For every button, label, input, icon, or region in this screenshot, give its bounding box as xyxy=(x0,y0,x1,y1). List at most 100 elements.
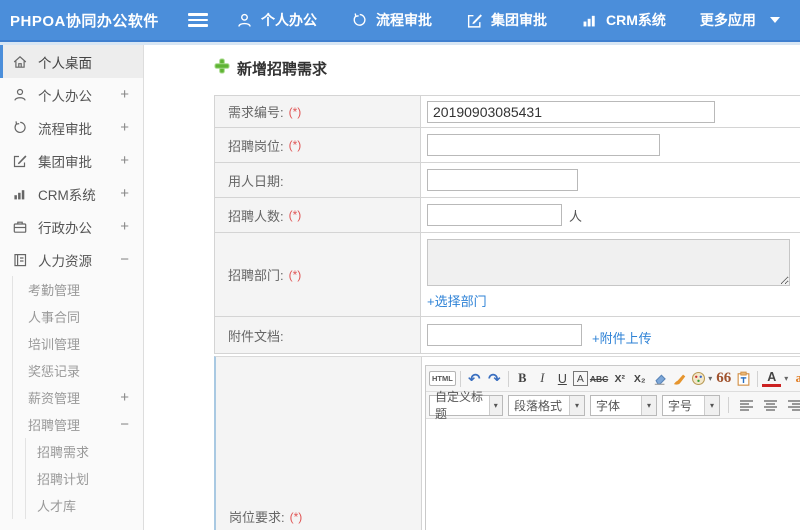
nav-personal-office[interactable]: 个人办公 xyxy=(236,10,317,30)
strikethrough-button[interactable]: ABC xyxy=(589,369,609,389)
sidebar-item-process-approval[interactable]: 流程审批 + xyxy=(0,111,143,144)
sidebar-item-label: 行政办公 xyxy=(38,220,92,236)
sidebar-item-recruit-demand[interactable]: 招聘需求 xyxy=(26,438,143,465)
bar-chart-icon xyxy=(581,12,598,29)
sidebar-item-label: 集团审批 xyxy=(38,154,92,170)
process-icon xyxy=(351,12,368,29)
nav-label: 更多应用 xyxy=(699,12,756,28)
border-text-button[interactable]: A xyxy=(572,371,588,386)
font-color-button[interactable]: A xyxy=(762,370,782,387)
expand-icon[interactable]: + xyxy=(120,87,129,102)
sidebar-item-label: 考勤管理 xyxy=(28,283,81,298)
sidebar-item-personnel-contract[interactable]: 人事合同 xyxy=(13,303,143,330)
bold-button[interactable]: B xyxy=(513,369,532,389)
collapse-icon[interactable]: − xyxy=(120,417,129,432)
field-label: 招聘人数: (*) xyxy=(215,198,421,232)
edit-icon xyxy=(466,12,483,29)
sidebar-item-label: 人力资源 xyxy=(38,253,92,269)
hire-date-input[interactable] xyxy=(427,169,578,191)
sidebar-item-label: CRM系统 xyxy=(38,187,96,203)
undo-icon[interactable]: ↶ xyxy=(465,369,484,389)
color-palette-icon[interactable]: ▾ xyxy=(690,369,713,389)
demand-no-input[interactable] xyxy=(427,101,715,123)
blockquote-button[interactable]: 66 xyxy=(714,369,733,389)
field-label: 需求编号: (*) xyxy=(215,96,421,127)
sidebar-item-crm-system[interactable]: CRM系统 + xyxy=(0,177,143,210)
form-row-demand-no: 需求编号: (*) xyxy=(214,96,800,128)
custom-title-select[interactable]: 自定义标题 ▾ xyxy=(429,390,503,421)
caret-down-icon xyxy=(769,17,780,23)
form-row-job-requirements: 岗位要求: (*) HTML ↶ ↷ B I U A ABC X² X₂ ▾ 6… xyxy=(214,356,800,530)
expand-icon[interactable]: + xyxy=(120,153,129,168)
field-label: 岗位要求: (*) xyxy=(216,357,422,530)
main-content: 新增招聘需求 需求编号: (*) 招聘岗位: (*) xyxy=(144,45,800,530)
app-logo: PHPOA协同办公软件 xyxy=(10,12,159,30)
expand-icon[interactable]: + xyxy=(120,120,129,135)
highlight-color-button[interactable]: a xyxy=(789,369,800,389)
select-department-link[interactable]: +选择部门 xyxy=(427,291,487,310)
superscript-button[interactable]: X² xyxy=(610,369,629,389)
editor-toolbar-row2: 自定义标题 ▾ 段落格式 ▾ 字体 ▾ 字号 ▾ xyxy=(426,390,800,421)
hamburger-menu-icon[interactable] xyxy=(188,13,208,27)
nav-crm-system[interactable]: CRM系统 xyxy=(581,10,666,30)
align-center-icon[interactable] xyxy=(761,395,780,415)
expand-icon[interactable]: + xyxy=(120,186,129,201)
field-label: 招聘部门: (*) xyxy=(215,233,421,316)
caret-down-icon: ▾ xyxy=(784,374,789,383)
paste-text-icon[interactable] xyxy=(734,369,753,389)
align-right-icon[interactable] xyxy=(785,395,800,415)
sidebar-item-label: 流程审批 xyxy=(38,121,92,137)
form-row-position: 招聘岗位: (*) xyxy=(214,128,800,163)
position-input[interactable] xyxy=(427,134,660,156)
format-brush-icon[interactable] xyxy=(670,369,689,389)
sidebar-item-recruit-plan[interactable]: 招聘计划 xyxy=(26,465,143,492)
sidebar-item-reward-punishment[interactable]: 奖惩记录 xyxy=(13,357,143,384)
nav-group-approval[interactable]: 集团审批 xyxy=(466,10,547,30)
redo-icon[interactable]: ↷ xyxy=(485,369,504,389)
sidebar-item-personal-desktop[interactable]: 个人桌面 xyxy=(0,45,143,78)
sidebar-item-admin-office[interactable]: 行政办公 + xyxy=(0,210,143,243)
nav-label: CRM系统 xyxy=(606,12,666,28)
sidebar-item-personal-office[interactable]: 个人办公 + xyxy=(0,78,143,111)
required-marker: (*) xyxy=(288,208,302,222)
contact-book-icon xyxy=(12,252,29,268)
nav-more-apps[interactable]: 更多应用 xyxy=(700,10,780,30)
sidebar-item-label: 招聘计划 xyxy=(37,472,90,487)
job-requirements-editor-area[interactable] xyxy=(426,419,800,530)
caret-down-icon: ▾ xyxy=(708,374,713,383)
paragraph-format-select[interactable]: 段落格式 ▾ xyxy=(508,394,585,416)
collapse-icon[interactable]: − xyxy=(120,252,129,267)
user-icon xyxy=(12,87,29,103)
sidebar-item-attendance-mgmt[interactable]: 考勤管理 xyxy=(13,276,143,303)
italic-button[interactable]: I xyxy=(533,369,552,389)
align-left-icon[interactable] xyxy=(737,395,756,415)
edit-icon xyxy=(12,153,29,169)
nav-process-approval[interactable]: 流程审批 xyxy=(351,10,432,30)
eraser-icon[interactable] xyxy=(650,369,669,389)
field-label: 用人日期: xyxy=(215,163,421,197)
expand-icon[interactable]: + xyxy=(120,390,129,405)
sidebar-item-salary-mgmt[interactable]: 薪资管理 + xyxy=(13,384,143,411)
underline-button[interactable]: U xyxy=(553,369,572,389)
recruit-demand-form: 需求编号: (*) 招聘岗位: (*) xyxy=(214,95,800,354)
department-textarea[interactable] xyxy=(427,239,790,286)
form-row-attachment: 附件文档: +附件上传 xyxy=(214,317,800,354)
subscript-button[interactable]: X₂ xyxy=(630,369,649,389)
sidebar-item-label: 个人桌面 xyxy=(38,55,92,71)
sidebar-item-training-mgmt[interactable]: 培训管理 xyxy=(13,330,143,357)
expand-icon[interactable]: + xyxy=(120,219,129,234)
headcount-input[interactable] xyxy=(427,204,562,226)
sidebar-item-label: 培训管理 xyxy=(28,337,81,352)
sidebar-item-group-approval[interactable]: 集团审批 + xyxy=(0,144,143,177)
attachment-upload-link[interactable]: +附件上传 xyxy=(592,328,652,347)
sidebar-item-recruit-mgmt[interactable]: 招聘管理 − xyxy=(13,411,143,438)
rich-text-editor: HTML ↶ ↷ B I U A ABC X² X₂ ▾ 66 A ▾ a 自定… xyxy=(425,365,800,530)
sidebar-item-human-resources[interactable]: 人力资源 − xyxy=(0,243,143,276)
app-window: PHPOA协同办公软件 个人办公 流程审批 集团审批 CRM系统 更多应用 个人… xyxy=(0,0,800,530)
font-family-select[interactable]: 字体 ▾ xyxy=(590,394,657,416)
font-size-select[interactable]: 字号 ▾ xyxy=(662,394,720,416)
sidebar-item-talent-pool[interactable]: 人才库 xyxy=(26,492,143,519)
page-title-text: 新增招聘需求 xyxy=(237,61,328,78)
attachment-input[interactable] xyxy=(427,324,582,346)
html-source-button[interactable]: HTML xyxy=(429,371,456,386)
